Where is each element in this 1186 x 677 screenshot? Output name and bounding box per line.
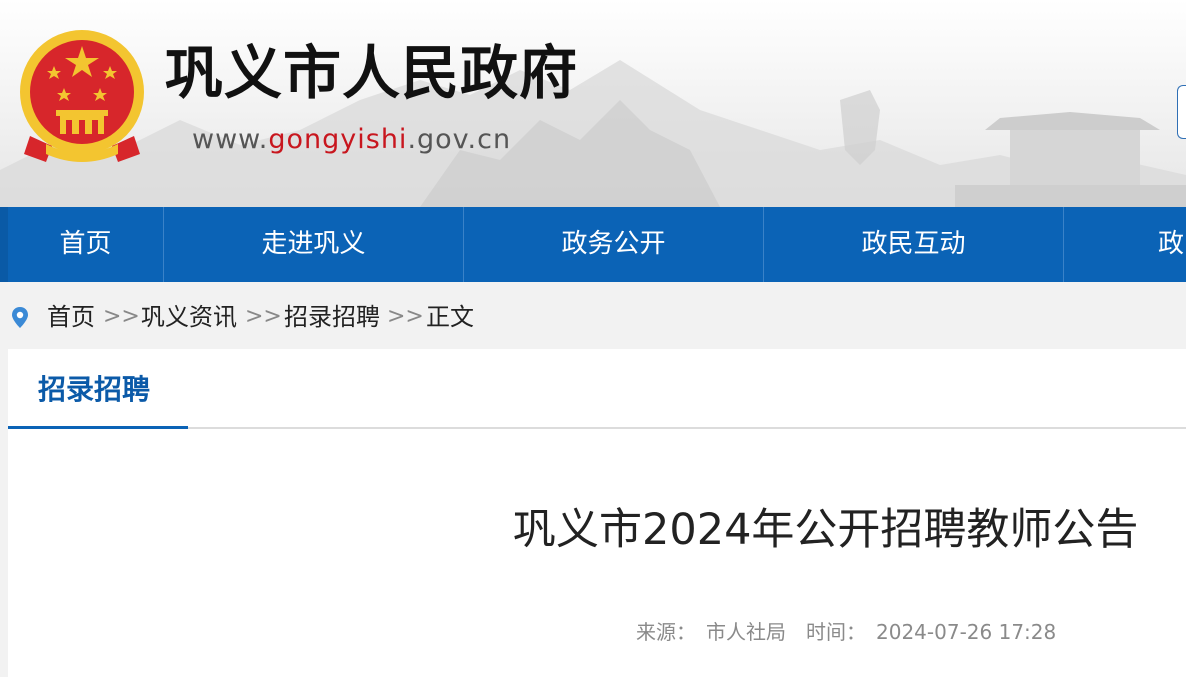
nav-item-home[interactable]: 首页 xyxy=(8,207,164,282)
breadcrumb-recruitment[interactable]: 招录招聘 xyxy=(284,303,380,331)
breadcrumb-separator: >> xyxy=(387,304,424,329)
article-meta: 来源： 市人社局 时间： 2024-07-26 17:28 xyxy=(636,620,1076,644)
article-source-value: 市人社局 xyxy=(706,620,786,644)
site-url-prefix: www. xyxy=(192,124,269,155)
main-nav: 首页 走进巩义 政务公开 政民互动 政 xyxy=(0,207,1186,282)
article-source: 来源： 市人社局 xyxy=(636,620,796,644)
location-pin-icon xyxy=(12,307,28,328)
nav-item-interaction[interactable]: 政民互动 xyxy=(764,207,1064,282)
nav-item-about[interactable]: 走进巩义 xyxy=(164,207,464,282)
site-url: www.gongyishi.gov.cn xyxy=(192,124,511,156)
breadcrumb-separator: >> xyxy=(103,304,140,329)
section-tab-label: 招录招聘 xyxy=(38,373,151,406)
site-title: 巩义市人民政府 xyxy=(165,39,579,107)
breadcrumb-home[interactable]: 首页 xyxy=(47,303,95,331)
article-time-label: 时间： xyxy=(806,620,866,644)
breadcrumb-separator: >> xyxy=(245,304,282,329)
article-title: 巩义市2024年公开招聘教师公告 xyxy=(513,505,1139,555)
breadcrumb-news[interactable]: 巩义资讯 xyxy=(141,303,237,331)
nav-item-government-affairs[interactable]: 政务公开 xyxy=(464,207,764,282)
section-divider xyxy=(188,427,1186,429)
national-emblem-logo xyxy=(20,30,144,162)
search-box[interactable] xyxy=(1177,85,1186,139)
section-tab[interactable]: 招录招聘 xyxy=(8,349,188,429)
nav-edge xyxy=(0,207,8,282)
breadcrumb-current: 正文 xyxy=(426,303,474,331)
site-url-highlight: gongyishi xyxy=(268,124,408,155)
site-url-suffix: .gov.cn xyxy=(407,124,512,155)
site-header: 巩义市人民政府 www.gongyishi.gov.cn xyxy=(0,0,1186,207)
breadcrumb: 首页 >> 巩义资讯 >> 招录招聘 >> 正文 xyxy=(0,282,1186,349)
article-panel: 招录招聘 巩义市2024年公开招聘教师公告 来源： 市人社局 时间： 2024-07-… xyxy=(8,349,1186,677)
article-time: 时间： 2024-07-26 17:28 xyxy=(806,620,1066,644)
nav-item-truncated[interactable]: 政 xyxy=(1064,207,1186,282)
article-time-value: 2024-07-26 17:28 xyxy=(876,620,1057,644)
article-source-label: 来源： xyxy=(636,620,696,644)
